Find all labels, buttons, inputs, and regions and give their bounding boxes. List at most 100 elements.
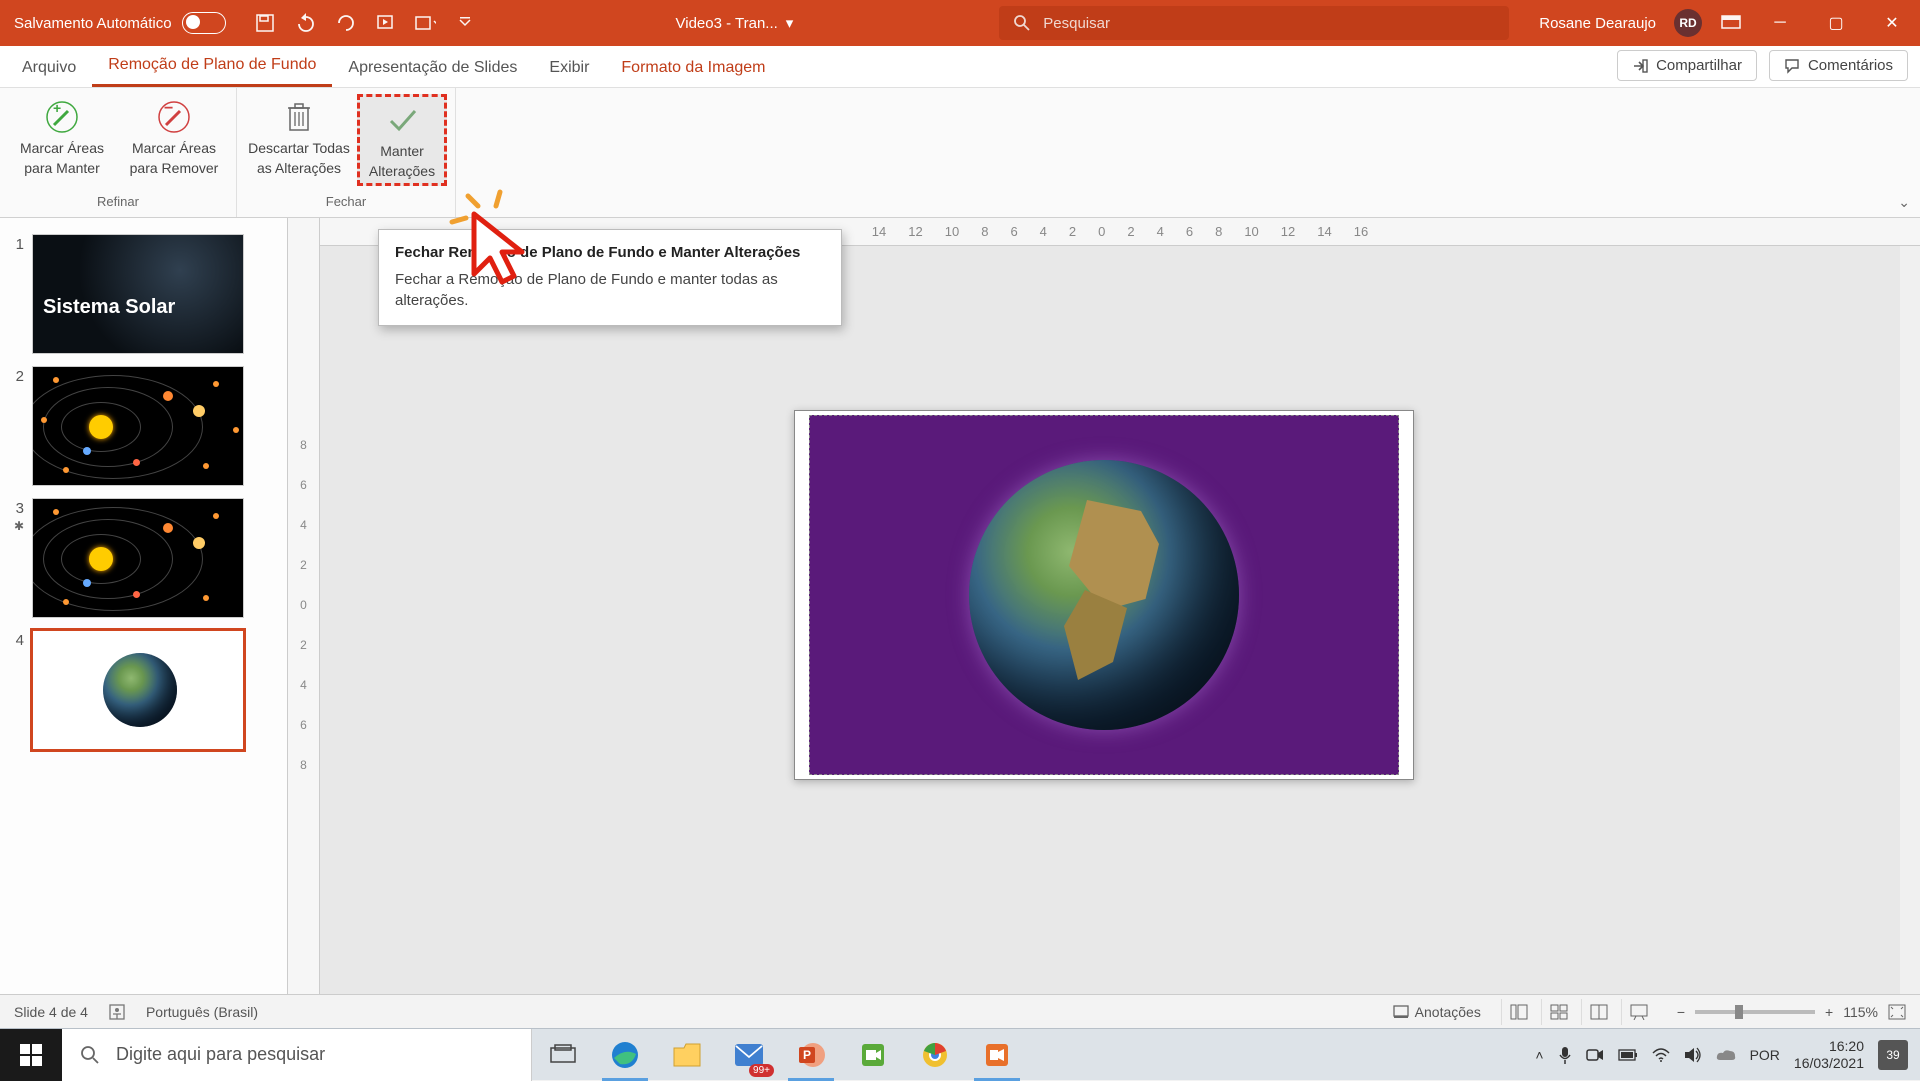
task-view-icon[interactable] bbox=[532, 1029, 594, 1081]
svg-text:−: − bbox=[164, 100, 173, 117]
collapse-ribbon-icon[interactable]: ⌄ bbox=[1898, 194, 1910, 211]
comments-button[interactable]: Comentários bbox=[1769, 50, 1908, 81]
slide-thumb-2[interactable] bbox=[32, 366, 244, 486]
wifi-icon[interactable] bbox=[1652, 1048, 1670, 1062]
minimize-button[interactable]: ─ bbox=[1752, 0, 1808, 46]
document-title: Video3 - Tran... bbox=[676, 15, 778, 32]
language-label[interactable]: Português (Brasil) bbox=[146, 1004, 258, 1020]
thumb-number: 3 bbox=[16, 498, 24, 517]
vertical-ruler: 864202468 bbox=[288, 218, 320, 994]
tray-overflow-icon[interactable]: ˄ bbox=[1535, 1047, 1543, 1063]
share-label: Compartilhar bbox=[1656, 57, 1742, 74]
start-button[interactable] bbox=[0, 1029, 62, 1081]
edge-browser-icon[interactable] bbox=[594, 1029, 656, 1081]
maximize-button[interactable]: ▢ bbox=[1808, 0, 1864, 46]
selected-image-frame[interactable] bbox=[809, 415, 1399, 775]
notes-button[interactable]: Anotações bbox=[1393, 1004, 1481, 1020]
search-box[interactable] bbox=[999, 6, 1509, 40]
comment-icon bbox=[1784, 58, 1800, 74]
qat-more-icon[interactable] bbox=[414, 12, 436, 34]
battery-icon[interactable] bbox=[1618, 1049, 1638, 1061]
slide-counter[interactable]: Slide 4 de 4 bbox=[14, 1004, 88, 1020]
from-beginning-icon[interactable] bbox=[374, 12, 396, 34]
redo-icon[interactable] bbox=[334, 12, 356, 34]
earth-image bbox=[969, 460, 1239, 730]
share-icon bbox=[1632, 58, 1648, 74]
tab-exibir[interactable]: Exibir bbox=[533, 49, 605, 87]
vertical-scrollbar[interactable] bbox=[1900, 246, 1920, 994]
slide-editor[interactable]: 14121086420246810121416 864202468 bbox=[288, 218, 1920, 994]
taskbar-search-placeholder: Digite aqui para pesquisar bbox=[116, 1044, 325, 1065]
search-input[interactable] bbox=[1043, 15, 1495, 32]
mark-areas-remove-button[interactable]: − Marcar Áreas para Remover bbox=[120, 94, 228, 180]
microphone-icon[interactable] bbox=[1558, 1046, 1572, 1064]
fechar-group-label: Fechar bbox=[326, 194, 366, 213]
notifications-icon[interactable]: 39 bbox=[1878, 1040, 1908, 1070]
close-button[interactable]: ✕ bbox=[1864, 0, 1920, 46]
refinar-group-label: Refinar bbox=[97, 194, 139, 213]
slide-thumb-4[interactable] bbox=[32, 630, 244, 750]
meet-now-icon[interactable] bbox=[1586, 1048, 1604, 1062]
onedrive-icon[interactable] bbox=[1716, 1048, 1736, 1062]
doc-dropdown-icon[interactable]: ▾ bbox=[786, 14, 794, 32]
mail-badge: 99+ bbox=[749, 1064, 774, 1077]
tab-remocao-fundo[interactable]: Remoção de Plano de Fundo bbox=[92, 46, 332, 87]
volume-icon[interactable] bbox=[1684, 1047, 1702, 1063]
pencil-plus-icon: + bbox=[43, 98, 81, 136]
user-name[interactable]: Rosane Dearaujo bbox=[1539, 15, 1656, 32]
recorder-icon[interactable] bbox=[966, 1029, 1028, 1081]
undo-icon[interactable] bbox=[294, 12, 316, 34]
tooltip-body: Fechar a Remoção de Plano de Fundo e man… bbox=[395, 269, 825, 311]
qat-dropdown-icon[interactable] bbox=[454, 12, 476, 34]
chrome-icon[interactable] bbox=[904, 1029, 966, 1081]
user-avatar[interactable]: RD bbox=[1674, 9, 1702, 37]
search-icon bbox=[80, 1045, 100, 1065]
tooltip-title: Fechar Remoção de Plano de Fundo e Mante… bbox=[395, 244, 825, 261]
slide-thumb-3[interactable] bbox=[32, 498, 244, 618]
normal-view-icon[interactable] bbox=[1501, 999, 1537, 1025]
file-explorer-icon[interactable] bbox=[656, 1029, 718, 1081]
keep-changes-tooltip: Fechar Remoção de Plano de Fundo e Mante… bbox=[378, 229, 842, 326]
thumb-number: 4 bbox=[8, 630, 24, 750]
animation-indicator-icon: ✱ bbox=[14, 519, 24, 533]
sorter-view-icon[interactable] bbox=[1541, 999, 1577, 1025]
accessibility-check-icon[interactable] bbox=[108, 1003, 126, 1021]
slide-thumb-1[interactable]: Sistema Solar bbox=[32, 234, 244, 354]
mail-icon[interactable]: 99+ bbox=[718, 1029, 780, 1081]
pencil-minus-icon: − bbox=[155, 98, 193, 136]
tab-apresentacao[interactable]: Apresentação de Slides bbox=[332, 49, 533, 87]
tab-arquivo[interactable]: Arquivo bbox=[6, 49, 92, 87]
autosave-toggle[interactable] bbox=[182, 12, 226, 34]
clock[interactable]: 16:20 16/03/2021 bbox=[1794, 1038, 1864, 1072]
share-button[interactable]: Compartilhar bbox=[1617, 50, 1757, 81]
search-icon bbox=[1013, 14, 1031, 32]
keyboard-language[interactable]: POR bbox=[1750, 1047, 1780, 1063]
save-icon[interactable] bbox=[254, 12, 276, 34]
discard-changes-button[interactable]: Descartar Todas as Alterações bbox=[245, 94, 353, 186]
tab-formato-imagem[interactable]: Formato da Imagem bbox=[605, 49, 781, 87]
zoom-in-button[interactable]: + bbox=[1825, 1004, 1833, 1020]
svg-text:+: + bbox=[53, 100, 61, 116]
zoom-out-button[interactable]: − bbox=[1677, 1004, 1685, 1020]
mark-areas-keep-button[interactable]: + Marcar Áreas para Manter bbox=[8, 94, 116, 180]
ribbon-display-icon[interactable] bbox=[1720, 12, 1742, 34]
taskbar-search[interactable]: Digite aqui para pesquisar bbox=[62, 1029, 532, 1081]
zoom-level[interactable]: 115% bbox=[1843, 1004, 1878, 1020]
comments-label: Comentários bbox=[1808, 57, 1893, 74]
svg-text:P: P bbox=[803, 1048, 811, 1062]
slideshow-view-icon[interactable] bbox=[1621, 999, 1657, 1025]
check-icon bbox=[383, 101, 421, 139]
slide-canvas[interactable] bbox=[794, 410, 1414, 780]
thumb-number: 2 bbox=[8, 366, 24, 486]
trash-icon bbox=[280, 98, 318, 136]
camtasia-icon[interactable] bbox=[842, 1029, 904, 1081]
slide1-title: Sistema Solar bbox=[43, 296, 175, 319]
zoom-slider[interactable] bbox=[1695, 1010, 1815, 1014]
slide-thumbnails-pane[interactable]: 1 Sistema Solar 2 3 bbox=[0, 218, 288, 994]
autosave-label: Salvamento Automático bbox=[14, 15, 172, 32]
keep-changes-button[interactable]: Manter Alterações bbox=[357, 94, 447, 186]
reading-view-icon[interactable] bbox=[1581, 999, 1617, 1025]
thumb-number: 1 bbox=[8, 234, 24, 354]
powerpoint-icon[interactable]: P bbox=[780, 1029, 842, 1081]
fit-window-icon[interactable] bbox=[1888, 1004, 1906, 1020]
